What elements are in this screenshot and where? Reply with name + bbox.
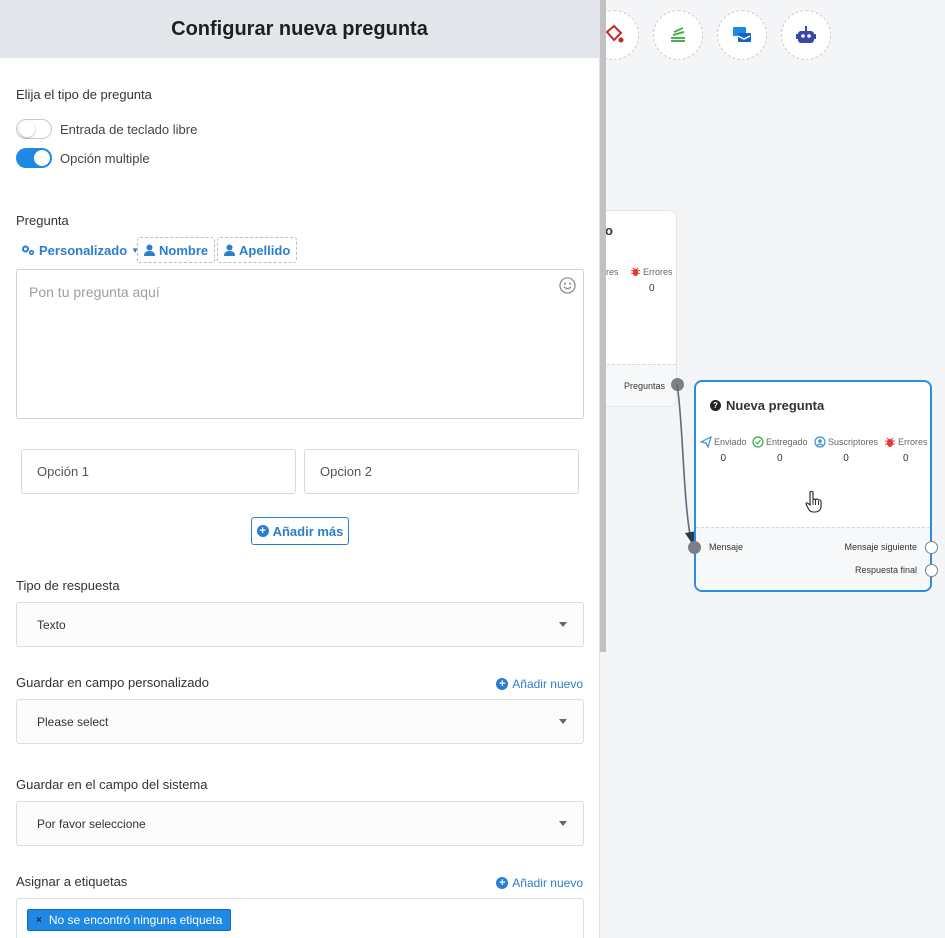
multiple-choice-toggle[interactable] [16, 148, 52, 168]
stat-errors-label: Errores [898, 437, 928, 447]
system-field-value: Por favor seleccione [37, 816, 146, 831]
plus-circle-icon: + [256, 525, 269, 537]
multiple-choice-label: Opción multiple [60, 151, 150, 166]
first-name-variable-label: Nombre [159, 242, 209, 258]
label-tag[interactable]: × No se encontró ninguna etiqueta [27, 909, 232, 931]
plus-circle-icon: + [496, 678, 509, 690]
custom-field-value: Please select [37, 714, 109, 729]
question-textarea[interactable]: Pon tu pregunta aquí [16, 269, 584, 419]
free-input-toggle[interactable] [16, 119, 52, 139]
custom-field-select[interactable]: Please select [16, 699, 584, 744]
custom-field-label: Guardar en campo personalizado [16, 675, 209, 690]
stat-errors: Errores 0 [884, 436, 928, 464]
custom-variable-dropdown[interactable]: Personalizado ▼ [15, 237, 145, 263]
tag-remove-icon[interactable]: × [36, 915, 42, 926]
next-message-port[interactable] [925, 541, 938, 554]
add-more-label: Añadir más [272, 523, 344, 539]
input-port-label: Mensaje [709, 542, 744, 552]
question-circle-icon: ? [710, 400, 721, 411]
config-panel: Configurar nueva pregunta Elija el tipo … [0, 0, 600, 938]
add-custom-field-button[interactable]: + Añadir nuevo [496, 677, 583, 691]
next-message-port-label: Mensaje siguiente [844, 542, 917, 552]
stat-sent-label: Enviado [714, 437, 747, 447]
label-tag-text: No se encontró ninguna etiqueta [48, 913, 223, 927]
question-node-title: ? Nueva pregunta [710, 398, 824, 413]
check-circle-icon [752, 436, 764, 448]
stat-sent: Enviado 0 [700, 436, 747, 464]
custom-variable-label: Personalizado [39, 242, 128, 258]
free-input-label: Entrada de teclado libre [60, 122, 198, 137]
add-label-button[interactable]: + Añadir nuevo [496, 876, 583, 890]
labels-label: Asignar a etiquetas [16, 874, 128, 889]
toggle-knob [19, 121, 35, 137]
panel-scrollbar[interactable] [600, 0, 606, 652]
send-icon [700, 436, 712, 448]
final-answer-port[interactable] [925, 564, 938, 577]
stat-delivered: Entregado 0 [752, 436, 808, 464]
response-type-label: Tipo de respuesta [16, 578, 120, 593]
plus-circle-icon: + [496, 877, 509, 889]
last-name-variable-button[interactable]: Apellido [217, 237, 298, 263]
question-label: Pregunta [16, 213, 69, 228]
stat-subscribers-value: 0 [843, 453, 849, 464]
last-name-variable-label: Apellido [239, 242, 291, 258]
hand-cursor-icon [805, 490, 822, 513]
system-field-select[interactable]: Por favor seleccione [16, 801, 584, 846]
system-field-label: Guardar en el campo del sistema [16, 777, 208, 792]
option-1-input[interactable]: Opción 1 [21, 449, 296, 494]
option-2-input[interactable]: Opcion 2 [304, 449, 579, 494]
question-node-footer: Mensaje Mensaje siguiente Respuesta fina… [696, 527, 930, 590]
stat-delivered-value: 0 [776, 453, 783, 464]
question-type-label: Elija el tipo de pregunta [16, 87, 152, 102]
caret-down-icon [559, 622, 567, 627]
user-icon [224, 244, 235, 256]
add-label-label: Añadir nuevo [512, 876, 583, 890]
question-placeholder: Pon tu pregunta aquí [29, 284, 160, 300]
stat-delivered-label: Entregado [766, 437, 808, 447]
toggle-knob [34, 150, 50, 166]
user-circle-icon [814, 436, 826, 448]
input-port[interactable] [688, 541, 701, 554]
stat-subscribers-label: Suscriptores [828, 437, 879, 447]
user-icon [144, 244, 155, 256]
stat-sent-value: 0 [720, 453, 727, 464]
caret-down-icon [559, 719, 567, 724]
first-name-variable-button[interactable]: Nombre [137, 237, 216, 263]
add-more-button[interactable]: + Añadir más [251, 517, 349, 545]
response-type-value: Texto [37, 617, 66, 632]
final-answer-port-label: Respuesta final [854, 565, 917, 575]
stat-subscribers: Suscriptores 0 [814, 436, 878, 464]
stat-errors-value: 0 [902, 453, 909, 464]
question-node[interactable]: ? Nueva pregunta Enviado 0 Entregado 0 S… [694, 380, 932, 592]
add-custom-field-label: Añadir nuevo [512, 677, 583, 691]
response-type-select[interactable]: Texto [16, 602, 584, 647]
caret-down-icon [559, 821, 567, 826]
emoji-icon[interactable] [559, 277, 576, 294]
bug-icon [885, 437, 895, 447]
question-node-title-text: Nueva pregunta [726, 398, 825, 413]
gears-icon [22, 245, 35, 256]
panel-title: Configurar nueva pregunta [0, 0, 599, 58]
